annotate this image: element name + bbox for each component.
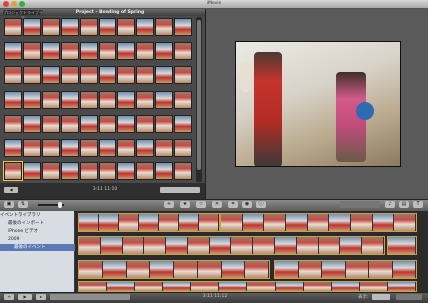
event-clip[interactable] xyxy=(220,213,417,232)
event-clip[interactable] xyxy=(78,213,220,232)
add-event-button[interactable]: + xyxy=(4,294,14,300)
event-item[interactable]: 2009 xyxy=(0,236,82,243)
video-viewer[interactable] xyxy=(235,41,401,167)
event-clip[interactable] xyxy=(274,260,417,279)
inspector-icon[interactable]: ⓘ xyxy=(256,201,266,208)
clip-row[interactable] xyxy=(4,42,193,60)
clip-row[interactable] xyxy=(4,139,193,157)
photo-browser-icon[interactable]: ▤ xyxy=(399,201,409,208)
event-item[interactable]: iPhone ビデオ xyxy=(0,228,82,235)
project-zoom-slider[interactable] xyxy=(160,187,200,193)
show-events-button[interactable]: ▸ xyxy=(36,294,46,300)
show-label: 表示: xyxy=(358,295,369,300)
clip-row[interactable] xyxy=(3,161,193,181)
clip-row[interactable] xyxy=(4,66,193,84)
app-title: iMovie xyxy=(206,1,222,6)
zoom-slider-knob[interactable] xyxy=(58,202,62,208)
camera-import-button[interactable]: ▣ xyxy=(4,201,14,208)
event-clip[interactable] xyxy=(387,236,417,255)
browser-toggle[interactable] xyxy=(340,201,380,208)
window-title-bar: iMovie xyxy=(0,0,428,9)
mark-favorite-button[interactable]: ★ xyxy=(180,201,190,208)
swap-events-projects-button[interactable]: ⇅ xyxy=(18,201,28,208)
event-library-header: イベントライブラリ xyxy=(0,213,41,218)
event-library-sidebar: イベントライブラリ 最後のインポート iPhone ビデオ 2009 最後のイベ… xyxy=(0,211,88,292)
project-library-button[interactable]: プロジェクトライブラリ xyxy=(3,10,43,20)
music-browser-icon[interactable]: ♪ xyxy=(385,201,395,208)
event-clip[interactable] xyxy=(78,281,417,292)
crop-tool-icon[interactable]: ⌗ xyxy=(228,201,238,208)
title-browser-icon[interactable]: T xyxy=(413,201,423,208)
event-filter-popup[interactable] xyxy=(50,294,130,300)
clip-row[interactable] xyxy=(4,18,193,36)
bottom-status: 3:11 11:12 xyxy=(202,294,228,299)
add-button[interactable]: ◀ xyxy=(4,187,18,193)
reject-button[interactable]: ✕ xyxy=(212,201,222,208)
thumbnail-size-slider[interactable] xyxy=(396,294,422,300)
show-popup[interactable] xyxy=(372,294,390,300)
project-duration: 3:11 11:10 xyxy=(92,187,118,192)
project-scrollbar-thumb[interactable] xyxy=(197,20,201,170)
voiceover-icon[interactable]: ◉ xyxy=(242,201,252,208)
event-item[interactable]: 最後のインポート xyxy=(0,220,82,227)
clip-row[interactable] xyxy=(4,115,193,133)
play-full-screen-button[interactable]: ▶ xyxy=(18,294,32,300)
clip-row[interactable] xyxy=(4,91,193,109)
project-title: Project – Bowling of Spring xyxy=(75,10,145,15)
event-clip[interactable] xyxy=(78,260,270,279)
event-clip[interactable] xyxy=(78,236,385,255)
unmark-button[interactable]: ☆ xyxy=(196,201,206,208)
add-selection-button[interactable]: + xyxy=(164,201,174,208)
